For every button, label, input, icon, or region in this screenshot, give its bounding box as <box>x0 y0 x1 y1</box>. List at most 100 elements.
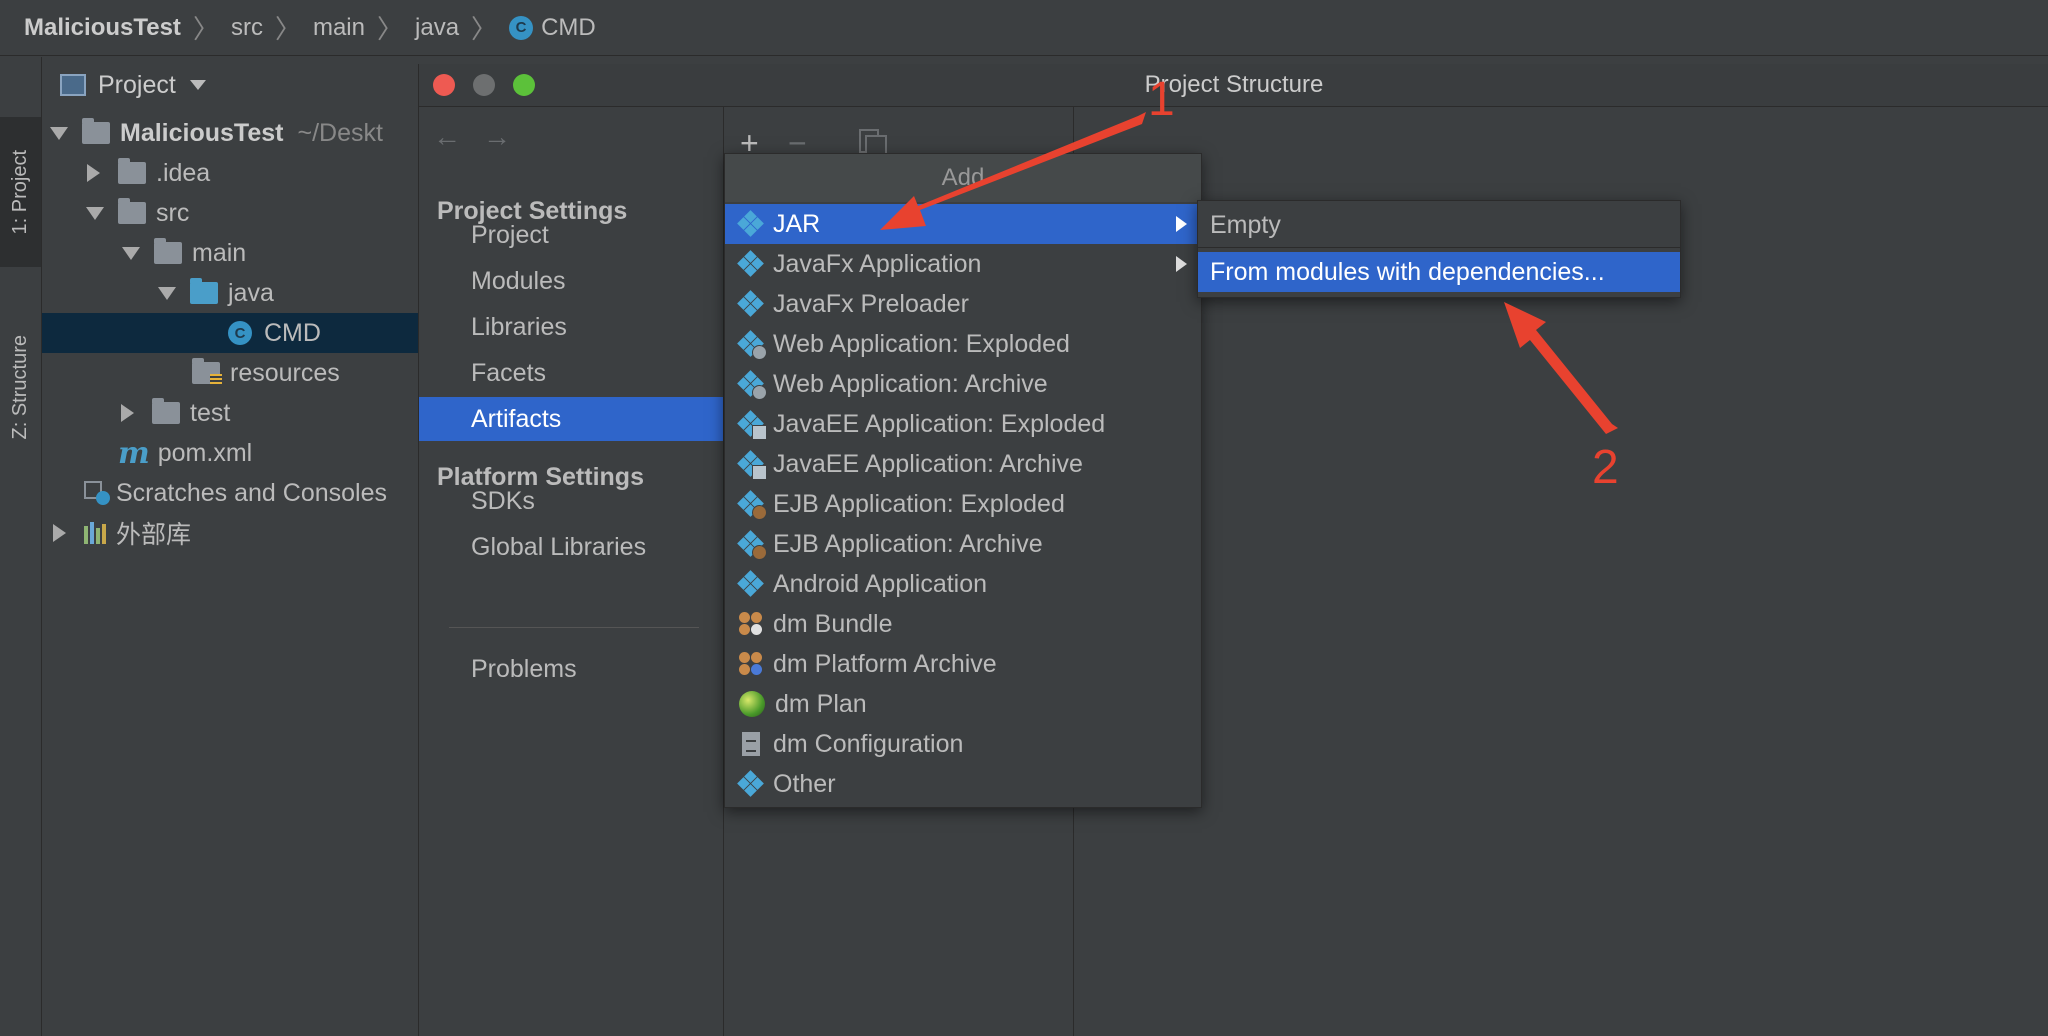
tree-item-idea[interactable]: .idea <box>42 153 464 193</box>
menu-item-dm-configuration[interactable]: dm Configuration <box>725 724 1201 764</box>
menu-item-label: dm Platform Archive <box>773 649 997 678</box>
tree-item-label: resources <box>230 358 340 387</box>
web-artifact-icon <box>737 370 767 400</box>
menu-item-dm-bundle[interactable]: dm Bundle <box>725 604 1201 644</box>
menu-item-other[interactable]: Other <box>725 764 1201 804</box>
submenu-item-empty[interactable]: Empty <box>1198 205 1680 245</box>
breadcrumb-item-cmd[interactable]: C CMD <box>509 14 596 42</box>
configuration-file-icon <box>742 732 760 756</box>
nav-item-problems[interactable]: Problems <box>419 647 723 691</box>
tree-item-label: CMD <box>264 318 321 347</box>
tab-structure-tool-window[interactable]: Z: Structure <box>0 302 41 472</box>
copy-icon[interactable] <box>859 129 887 161</box>
breadcrumb-item-project[interactable]: MaliciousTest <box>24 14 181 42</box>
tab-project-label: 1: Project <box>9 149 31 235</box>
tree-item-project-root[interactable]: MaliciousTest ~/Deskt <box>42 113 430 153</box>
menu-item-label: Android Application <box>773 569 988 598</box>
window-close-button[interactable] <box>433 74 455 96</box>
project-view-selector[interactable]: Project <box>42 57 422 113</box>
tree-item-label: .idea <box>156 158 211 187</box>
jar-submenu: Empty From modules with dependencies... <box>1197 200 1681 298</box>
menu-item-ejb-archive[interactable]: EJB Application: Archive <box>725 524 1201 564</box>
nav-item-project[interactable]: Project <box>419 213 723 257</box>
submenu-item-from-modules[interactable]: From modules with dependencies... <box>1198 252 1680 292</box>
maven-icon: m <box>118 435 150 471</box>
menu-item-label: dm Plan <box>775 689 867 718</box>
tree-item-scratches[interactable]: Scratches and Consoles <box>42 473 464 513</box>
nav-item-global-libraries[interactable]: Global Libraries <box>419 525 723 569</box>
nav-item-facets[interactable]: Facets <box>419 351 723 395</box>
menu-item-javaee-archive[interactable]: JavaEE Application: Archive <box>725 444 1201 484</box>
folder-icon <box>118 198 146 224</box>
java-class-icon: C <box>509 15 534 40</box>
chevron-right-icon: 〉 <box>274 14 301 44</box>
breadcrumb-item-main[interactable]: main <box>313 14 365 42</box>
expand-arrow-icon[interactable] <box>50 126 68 140</box>
nav-item-libraries[interactable]: Libraries <box>419 305 723 349</box>
back-arrow-icon[interactable]: ← <box>433 121 461 153</box>
nav-item-sdks[interactable]: SDKs <box>419 479 723 523</box>
tree-item-label: pom.xml <box>157 438 253 467</box>
menu-item-android-application[interactable]: Android Application <box>725 564 1201 604</box>
plan-icon <box>739 691 765 717</box>
collapse-arrow-icon[interactable] <box>121 404 134 422</box>
menu-item-label: EJB Application: Exploded <box>773 489 1065 518</box>
project-panel: Project MaliciousTest ~/Deskt .idea src … <box>42 57 608 1036</box>
menu-item-javafx-application[interactable]: JavaFx Application <box>725 244 1201 284</box>
collapse-arrow-icon[interactable] <box>53 524 66 542</box>
project-header-label: Project <box>98 70 176 99</box>
tab-project-tool-window[interactable]: 1: Project <box>0 117 41 267</box>
nav-item-modules[interactable]: Modules <box>419 259 723 303</box>
tree-item-label: src <box>156 198 190 227</box>
expand-arrow-icon[interactable] <box>86 206 104 220</box>
tree-item-label: 外部库 <box>116 521 192 549</box>
menu-item-label: Other <box>773 769 836 798</box>
expand-arrow-icon[interactable] <box>158 286 176 300</box>
nav-item-artifacts[interactable]: Artifacts <box>419 397 723 441</box>
breadcrumb-item-src[interactable]: src <box>231 14 263 42</box>
menu-item-web-archive[interactable]: Web Application: Archive <box>725 364 1201 404</box>
tree-item-path-hint: ~/Deskt <box>297 118 383 147</box>
menu-item-label: JavaFx Application <box>773 249 982 278</box>
menu-item-dm-platform-archive[interactable]: dm Platform Archive <box>725 644 1201 684</box>
artifact-icon <box>737 210 764 237</box>
breadcrumb-item-java[interactable]: java <box>415 14 459 42</box>
window-minimize-button[interactable] <box>473 74 495 96</box>
menu-item-web-exploded[interactable]: Web Application: Exploded <box>725 324 1201 364</box>
menu-item-dm-plan[interactable]: dm Plan <box>725 684 1201 724</box>
submenu-arrow-icon <box>1176 256 1187 272</box>
web-artifact-icon <box>737 330 767 360</box>
tree-item-external-libraries[interactable]: 外部库 <box>42 513 430 553</box>
tool-window-stripe: 1: Project Z: Structure <box>0 57 42 1036</box>
history-arrows: ← → <box>433 121 511 153</box>
breadcrumb-item-cmd-label: CMD <box>541 13 596 41</box>
tree-item-label: Scratches and Consoles <box>116 478 387 507</box>
nav-divider <box>449 627 699 628</box>
menu-item-label: dm Configuration <box>773 729 964 758</box>
submenu-arrow-icon <box>1176 216 1187 232</box>
folder-icon <box>154 238 182 264</box>
window-maximize-button[interactable] <box>513 74 535 96</box>
menu-item-jar[interactable]: JAR <box>725 204 1201 244</box>
artifact-icon <box>737 770 764 797</box>
menu-item-label: JavaEE Application: Archive <box>773 449 1083 478</box>
settings-navigation: ← → Project Settings Project Modules Lib… <box>419 107 724 1036</box>
menu-item-javaee-exploded[interactable]: JavaEE Application: Exploded <box>725 404 1201 444</box>
menu-item-javafx-preloader[interactable]: JavaFx Preloader <box>725 284 1201 324</box>
dialog-title-bar[interactable]: Project Structure <box>419 64 2048 107</box>
chevron-right-icon: 〉 <box>192 14 219 44</box>
dropdown-arrow-icon <box>189 80 206 90</box>
forward-arrow-icon[interactable]: → <box>483 121 511 153</box>
add-menu-header: Add <box>725 154 1201 202</box>
tree-item-src[interactable]: src <box>42 193 466 233</box>
submenu-separator <box>1198 247 1680 248</box>
menu-item-ejb-exploded[interactable]: EJB Application: Exploded <box>725 484 1201 524</box>
scratches-icon <box>84 481 110 505</box>
collapse-arrow-icon[interactable] <box>87 164 100 182</box>
expand-arrow-icon[interactable] <box>122 246 140 260</box>
project-window-icon <box>60 74 86 96</box>
javaee-artifact-icon <box>737 450 767 480</box>
tree-item-label: main <box>192 238 247 267</box>
menu-item-label: JavaEE Application: Exploded <box>773 409 1106 438</box>
folder-icon <box>152 398 180 424</box>
